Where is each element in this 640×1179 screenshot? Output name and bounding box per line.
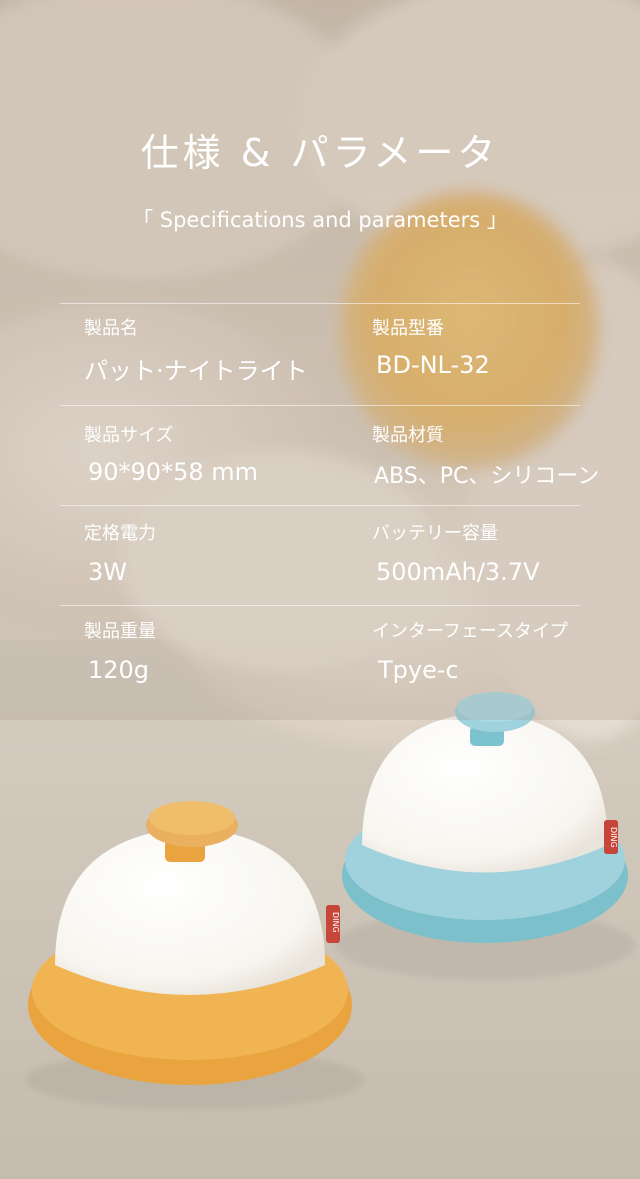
spec-label-product-name: 製品名 xyxy=(84,318,138,339)
page-subtitle: 「 Specifications and parameters 」 xyxy=(132,208,508,232)
spec-label-rated-power: 定格電力 xyxy=(84,523,156,544)
spec-label-weight: 製品重量 xyxy=(84,621,156,642)
brand-tag-blue-lamp: DING xyxy=(604,820,618,854)
spec-label-material: 製品材質 xyxy=(372,425,444,446)
spec-label-interface-type: インターフェースタイプ xyxy=(372,621,569,642)
divider xyxy=(60,303,580,304)
page-title: 仕様 & パラメータ xyxy=(140,131,500,175)
divider xyxy=(60,405,580,406)
spec-label-battery-capacity: バッテリー容量 xyxy=(372,523,498,544)
spec-value-model-number: BD-NL-32 xyxy=(376,351,490,379)
divider xyxy=(60,605,580,606)
divider xyxy=(60,505,580,506)
spec-value-battery-capacity: 500mAh/3.7V xyxy=(376,558,540,586)
spec-label-model-number: 製品型番 xyxy=(372,318,444,339)
product-spec-page: 仕様 & パラメータ 「 Specifications and paramete… xyxy=(0,0,640,1179)
spec-value-product-size: 90*90*58 mm xyxy=(88,458,259,486)
spec-value-weight: 120g xyxy=(88,656,150,684)
brand-tag-orange-lamp: DING xyxy=(326,905,340,939)
spec-label-product-size: 製品サイズ xyxy=(84,425,174,446)
spec-value-rated-power: 3W xyxy=(88,558,127,586)
spec-value-material: ABS、PC、シリコーン xyxy=(374,464,600,489)
spec-value-interface-type: Tpye-c xyxy=(378,656,459,684)
spec-value-product-name: パット·ナイトライト xyxy=(84,357,308,385)
